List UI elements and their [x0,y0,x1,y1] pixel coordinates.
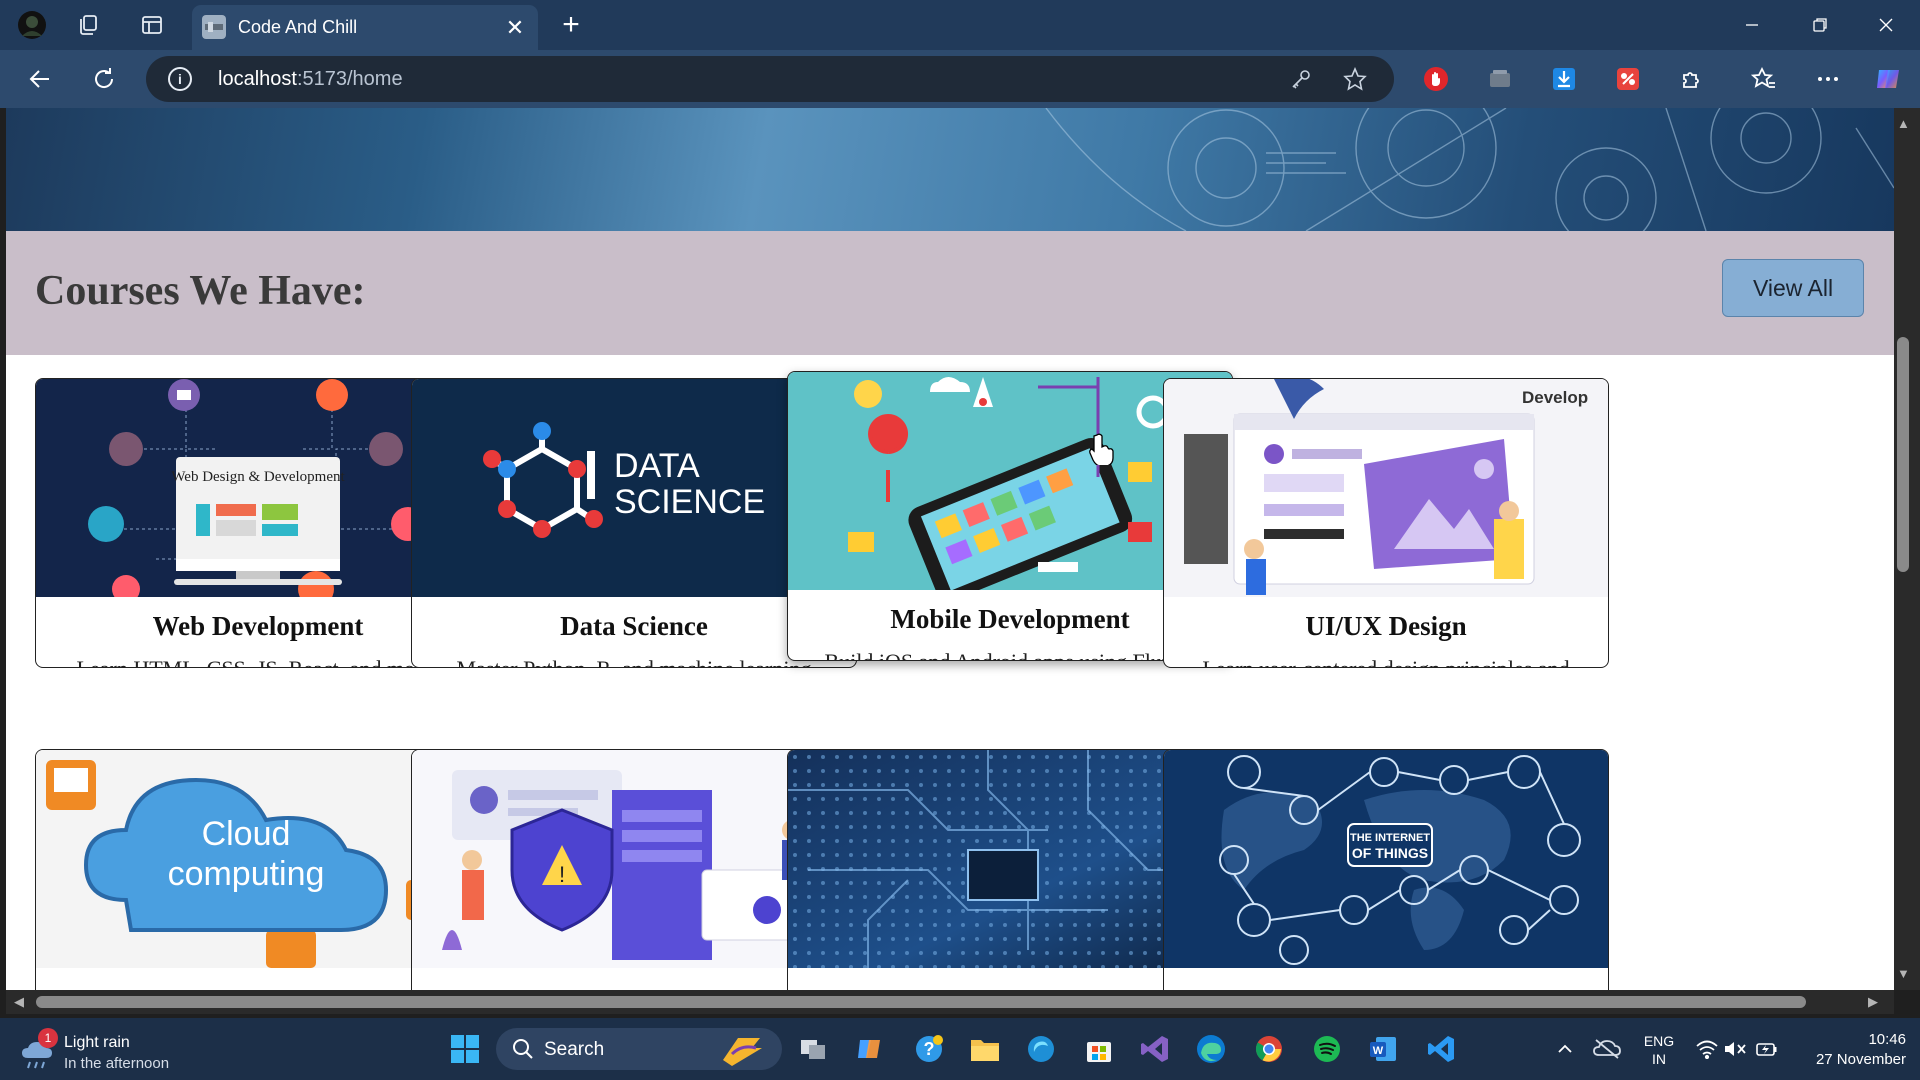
volume-muted-icon[interactable] [1718,1032,1752,1066]
card-description: Build iOS and Android apps using Flutter… [808,648,1212,660]
site-info-icon[interactable]: i [168,67,192,91]
back-icon[interactable] [24,63,56,95]
edge-browser-icon[interactable] [1194,1032,1228,1066]
chrome-icon[interactable] [1252,1032,1286,1066]
scroll-down-arrow-icon[interactable]: ▼ [1897,966,1910,981]
new-tab-icon[interactable]: + [555,8,587,41]
more-options-icon[interactable] [1812,63,1844,95]
hero-banner [6,108,1894,231]
tab-close-icon[interactable]: ✕ [500,13,530,43]
svg-text:!: ! [559,862,565,887]
windows-taskbar: 1 Light rain In the afternoon Search ? W [0,1018,1920,1080]
tab-favicon-icon [202,15,226,39]
tab-manager-extension-icon[interactable] [1484,63,1516,95]
profile-avatar-icon[interactable] [16,9,48,41]
weather-badge: 1 [38,1028,58,1048]
browser-toolbar: i localhost:5173/home [0,50,1920,108]
page-viewport: Courses We Have: View All Web Design & D… [6,108,1894,990]
word-icon[interactable]: W [1366,1032,1400,1066]
iot-image: THE INTERNET OF THINGS [1164,750,1608,968]
scroll-up-arrow-icon[interactable]: ▲ [1897,116,1910,131]
scroll-right-arrow-icon[interactable]: ▶ [1868,994,1878,1010]
view-all-button[interactable]: View All [1722,259,1864,317]
favorites-icon[interactable] [1748,63,1780,95]
scroll-left-arrow-icon[interactable]: ◀ [14,994,24,1010]
task-view-icon[interactable] [796,1032,830,1066]
copilot-taskbar-icon[interactable] [852,1032,886,1066]
search-highlight-icon [723,1038,762,1066]
vertical-scroll-thumb[interactable] [1897,337,1909,572]
red-extension-icon[interactable] [1612,63,1644,95]
web-design-image-text: Web Design & Development [171,469,345,485]
vscode-icon[interactable] [1424,1032,1458,1066]
microsoft-store-icon[interactable] [1082,1032,1116,1066]
card-description: Master Python, R, and machine learning t… [432,655,836,667]
data-science-image-text-1: DATA [614,447,700,485]
restore-icon[interactable] [1786,0,1854,50]
svg-text:?: ? [924,1039,935,1059]
course-card-ui-ux-design[interactable]: Develop UI/UX Design Learn user-centered… [1163,378,1609,668]
close-window-icon[interactable] [1852,0,1920,50]
url-text[interactable]: localhost:5173/home [218,68,403,91]
iot-image-text-1: THE INTERNET [1350,832,1430,844]
spotify-icon[interactable] [1310,1032,1344,1066]
download-extension-icon[interactable] [1548,63,1580,95]
favorite-star-icon[interactable] [1342,66,1368,92]
extensions-puzzle-icon[interactable] [1676,63,1708,95]
hand-cursor-icon [1089,433,1114,465]
windows-start-icon[interactable] [448,1032,482,1066]
cloud-image-text-1: Cloud [202,815,291,853]
svg-text:W: W [1373,1045,1384,1057]
reload-icon[interactable] [88,63,120,95]
adblock-extension-icon[interactable] [1420,63,1452,95]
show-hidden-icons-chevron-icon[interactable] [1548,1032,1582,1066]
language-indicator[interactable]: ENG IN [1636,1032,1682,1068]
weather-widget[interactable]: 1 Light rain In the afternoon [20,1028,220,1072]
browser-titlebar: Code And Chill ✕ + [0,0,1920,50]
card-description: Learn user-centered design principles an… [1184,655,1588,667]
course-card-internet-of-things[interactable]: THE INTERNET OF THINGS [1163,749,1609,990]
vertical-tabs-icon[interactable] [136,9,168,41]
taskbar-search[interactable]: Search [496,1028,782,1070]
get-help-icon[interactable]: ? [912,1032,946,1066]
weather-condition: Light rain [64,1034,130,1051]
section-title: Courses We Have: [35,268,366,314]
address-bar[interactable]: i localhost:5173/home [146,56,1394,102]
data-science-image-text-2: SCIENCE [614,483,765,521]
edge-dev-icon[interactable] [1024,1032,1058,1066]
visual-studio-icon[interactable] [1138,1032,1172,1066]
iot-image-text-2: OF THINGS [1352,845,1428,861]
key-icon[interactable] [1288,66,1314,92]
system-clock[interactable]: 10:46 27 November [1786,1030,1906,1070]
courses-heading-band: Courses We Have: View All [6,231,1894,355]
tab-title: Code And Chill [238,17,358,37]
hero-gears-illustration [1045,108,1894,231]
card-description: Learn HTML, CSS, JS, React, and more! [56,655,460,667]
cloud-image-text-2: computing [168,855,325,893]
file-explorer-icon[interactable] [968,1032,1002,1066]
search-icon [513,1039,533,1059]
minimize-icon[interactable] [1718,0,1786,50]
weather-subtitle: In the afternoon [64,1055,170,1072]
workspaces-icon[interactable] [72,9,104,41]
horizontal-scroll-thumb[interactable] [36,996,1806,1008]
search-label: Search [544,1039,605,1060]
ui-ux-image-text: Develop [1522,388,1588,407]
card-title: UI/UX Design [1305,611,1467,641]
active-tab[interactable]: Code And Chill ✕ [192,5,538,50]
battery-charging-icon[interactable] [1750,1032,1784,1066]
copilot-icon[interactable] [1872,63,1904,95]
ui-ux-design-image: Develop [1164,379,1608,597]
onedrive-offline-icon[interactable] [1590,1032,1624,1066]
